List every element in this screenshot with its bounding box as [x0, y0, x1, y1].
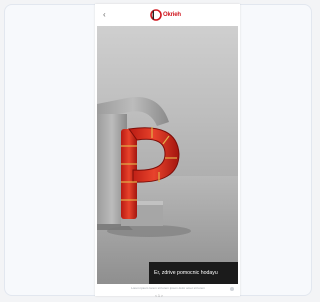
gallery-dot-icon[interactable]	[230, 287, 234, 291]
hero-image[interactable]: Er, zdrive pomocnic hodayu	[97, 26, 238, 284]
top-bar: ‹ Okrieh	[95, 4, 240, 26]
page-indicator[interactable]: < 1 >	[155, 294, 163, 298]
3d-letters-illustration	[97, 97, 238, 284]
footer-note: Lorem ipsum lorem sit lorem ipsum dolor …	[131, 286, 205, 290]
chevron-left-icon[interactable]: ‹	[103, 10, 106, 20]
logo-mark-icon	[150, 9, 162, 21]
brand-logo[interactable]: Okrieh	[150, 9, 186, 21]
hero-caption: Er, zdrive pomocnic hodayu	[149, 262, 238, 284]
logo-text: Okrieh	[163, 12, 181, 18]
mobile-preview: ‹ Okrieh Er, zdrive pomocnic hodayu Lore…	[95, 4, 240, 298]
